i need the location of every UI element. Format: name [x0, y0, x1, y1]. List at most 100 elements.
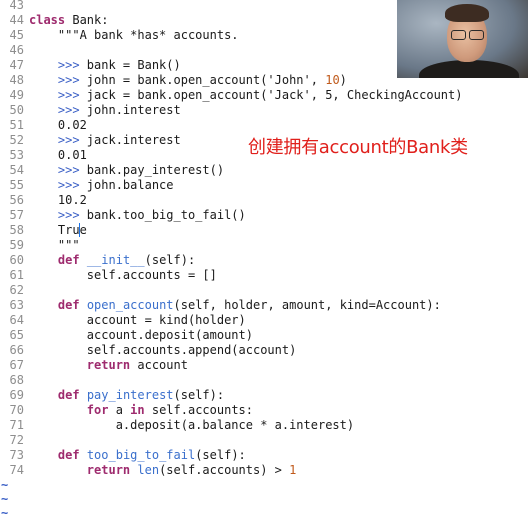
code-token: self.accounts.append(account) — [29, 343, 297, 357]
line-number: 73 — [9, 448, 24, 462]
code-line[interactable]: 43 — [0, 0, 29, 13]
code-token: john = bank.open_account('John', — [86, 73, 326, 87]
code-line[interactable]: 74 return len(self.accounts) > 1 — [0, 463, 297, 478]
code-token: len — [137, 463, 160, 477]
code-line[interactable]: 53 0.01 — [0, 148, 87, 163]
code-line[interactable]: 66 self.accounts.append(account) — [0, 343, 297, 358]
code-line[interactable]: 55 >>> john.balance — [0, 178, 174, 193]
code-token: (self): — [144, 253, 196, 267]
code-line[interactable]: 67 return account — [0, 358, 188, 373]
code-line[interactable]: 61 self.accounts = [] — [0, 268, 217, 283]
code-text: >>> jack = bank.open_account('Jack', 5, … — [29, 88, 463, 102]
code-text: def open_account(self, holder, amount, k… — [29, 298, 441, 312]
code-line[interactable]: 50 >>> john.interest — [0, 103, 181, 118]
code-token: self.accounts = [] — [29, 268, 217, 282]
line-number: 47 — [9, 58, 24, 72]
code-text: >>> john = bank.open_account('John', 10) — [29, 73, 347, 87]
code-token: return — [86, 463, 131, 477]
line-number: 62 — [9, 283, 24, 297]
code-token: (self.accounts) > — [159, 463, 290, 477]
code-token: """ — [29, 238, 80, 252]
code-text: >>> jack.interest — [29, 133, 181, 147]
code-line[interactable]: 49 >>> jack = bank.open_account('Jack', … — [0, 88, 463, 103]
code-line[interactable]: 73 def too_big_to_fail(self): — [0, 448, 246, 463]
code-text: >>> bank.too_big_to_fail() — [29, 208, 246, 222]
code-token: return — [86, 358, 131, 372]
code-token: >>> — [29, 58, 87, 72]
code-token: john.balance — [86, 178, 174, 192]
code-line[interactable]: 69 def pay_interest(self): — [0, 388, 225, 403]
code-line[interactable]: 71 a.deposit(a.balance * a.interest) — [0, 418, 355, 433]
line-number: 70 — [9, 403, 24, 417]
presenter-video — [397, 0, 528, 78]
code-token: """A bank *has* accounts. — [29, 28, 239, 42]
code-token: bank = Bank() — [86, 58, 181, 72]
code-line[interactable]: 68 — [0, 373, 29, 388]
code-line[interactable]: 48 >>> john = bank.open_account('John', … — [0, 73, 347, 88]
code-token: ) — [339, 73, 347, 87]
code-line[interactable]: 64 account = kind(holder) — [0, 313, 246, 328]
code-token: (self): — [173, 388, 225, 402]
code-line[interactable]: 54 >>> bank.pay_interest() — [0, 163, 225, 178]
code-line[interactable]: 60 def __init__(self): — [0, 253, 196, 268]
code-token: for — [86, 403, 109, 417]
code-token: pay_interest — [86, 388, 174, 402]
code-token: Tru — [29, 223, 80, 237]
code-token: a — [108, 403, 131, 417]
line-number: 46 — [9, 43, 24, 57]
code-token: >>> — [29, 133, 87, 147]
code-line[interactable]: 62 — [0, 283, 29, 298]
code-token: >>> — [29, 178, 87, 192]
line-number: 66 — [9, 343, 24, 357]
line-number: 61 — [9, 268, 24, 282]
code-token: >>> — [29, 88, 87, 102]
code-line[interactable]: 70 for a in self.accounts: — [0, 403, 253, 418]
code-line[interactable]: 72 — [0, 433, 29, 448]
code-token: 10 — [325, 73, 340, 87]
code-text: >>> john.interest — [29, 103, 181, 117]
code-line[interactable]: 52 >>> jack.interest — [0, 133, 181, 148]
text-cursor: e — [78, 223, 87, 237]
code-text: 0.02 — [29, 118, 87, 132]
presenter-glasses-right — [469, 30, 484, 40]
code-token: >>> — [29, 73, 87, 87]
code-text: return account — [29, 358, 188, 372]
code-line[interactable]: 65 account.deposit(amount) — [0, 328, 253, 343]
empty-line-marker: ~ — [1, 478, 9, 492]
code-line[interactable]: 59 """ — [0, 238, 80, 253]
code-token: jack.interest — [86, 133, 181, 147]
presenter-glasses-left — [451, 30, 466, 40]
line-number: 63 — [9, 298, 24, 312]
line-number: 60 — [9, 253, 24, 267]
line-number: 54 — [9, 163, 24, 177]
code-editor[interactable]: 43 44 class Bank: 45 """A bank *has* accoun… — [0, 0, 528, 522]
line-number: 56 — [9, 193, 24, 207]
code-line[interactable]: 46 — [0, 43, 29, 58]
caption-overlay: 创建拥有account的Bank类 — [248, 137, 468, 158]
code-line[interactable]: 45 """A bank *has* accounts. — [0, 28, 239, 43]
code-line[interactable]: 51 0.02 — [0, 118, 87, 133]
line-number: 65 — [9, 328, 24, 342]
code-text: def too_big_to_fail(self): — [29, 448, 246, 462]
code-line[interactable]: 56 10.2 — [0, 193, 87, 208]
code-line[interactable]: 63 def open_account(self, holder, amount… — [0, 298, 441, 313]
code-line[interactable]: 47 >>> bank = Bank() — [0, 58, 181, 73]
code-token: def — [57, 253, 80, 267]
line-number: 67 — [9, 358, 24, 372]
code-token: too_big_to_fail — [86, 448, 196, 462]
code-token: 0.02 — [29, 118, 87, 132]
code-text: >>> bank.pay_interest() — [29, 163, 224, 177]
code-line[interactable]: 58 True — [0, 223, 87, 238]
line-number: 57 — [9, 208, 24, 222]
code-token: bank.too_big_to_fail() — [86, 208, 246, 222]
code-token: account.deposit(amount) — [29, 328, 253, 342]
code-line[interactable]: 57 >>> bank.too_big_to_fail() — [0, 208, 246, 223]
code-line[interactable]: 44 class Bank: — [0, 13, 109, 28]
line-number: 68 — [9, 373, 24, 387]
